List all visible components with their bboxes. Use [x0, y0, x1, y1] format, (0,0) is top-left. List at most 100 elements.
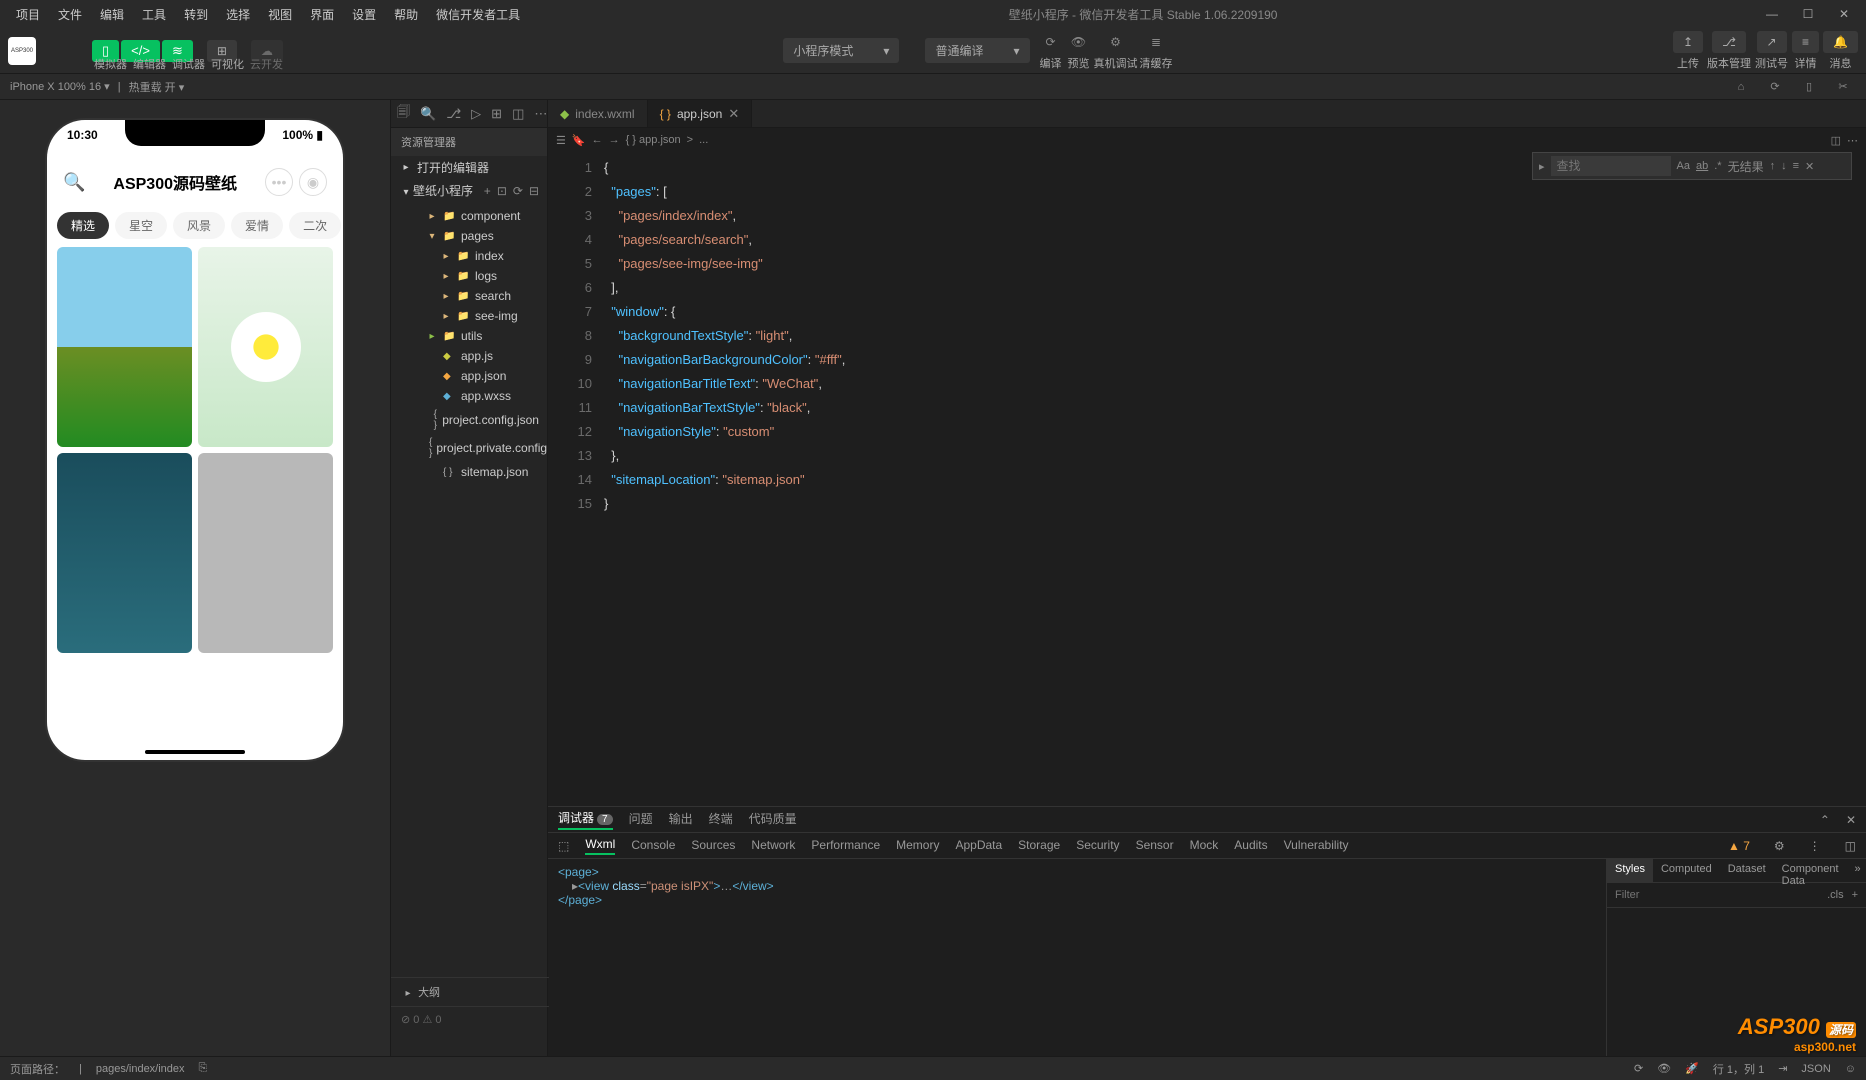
warning-count[interactable]: ▲ 7 [1728, 839, 1750, 853]
close-tab-icon[interactable]: ✕ [728, 106, 739, 122]
project-root[interactable]: ▾壁纸小程序 +⊡⟳⊟ [391, 179, 547, 202]
more-icon[interactable]: ⋯ [534, 106, 547, 122]
dt-subtab-Security[interactable]: Security [1076, 838, 1119, 854]
dt-icon[interactable]: ⋮ [1809, 839, 1821, 853]
problems-tab[interactable]: 问题 [629, 810, 653, 829]
upload-button[interactable]: ↥ [1673, 31, 1703, 53]
editor-tab[interactable]: { }app.json✕ [648, 100, 753, 127]
page-path[interactable]: pages/index/index [96, 1063, 185, 1075]
dt-subtab-Sensor[interactable]: Sensor [1136, 838, 1174, 854]
prev-icon[interactable]: ↑ [1770, 160, 1776, 172]
eye-icon[interactable]: 👁 [1657, 1062, 1671, 1075]
search-icon[interactable]: 🔍 [420, 106, 436, 122]
tree-item-see-img[interactable]: ▸📁see-img [391, 306, 547, 326]
tree-item-project.config.json[interactable]: { }project.config.json [391, 406, 547, 434]
tree-item-pages[interactable]: ▾📁pages [391, 226, 547, 246]
tree-item-project.private.config.js...[interactable]: { }project.private.config.js... [391, 434, 547, 462]
real-device-button[interactable]: ⚙ [1103, 31, 1129, 53]
copy-icon[interactable]: ⎘ [199, 1062, 208, 1075]
phone-tab[interactable]: 精选 [57, 212, 109, 239]
clear-cache-button[interactable]: ≣ [1143, 31, 1169, 53]
menu-编辑[interactable]: 编辑 [92, 2, 132, 27]
expand-icon[interactable]: ⌃ [1820, 813, 1830, 827]
language-mode[interactable]: JSON [1801, 1063, 1830, 1075]
terminal-tab[interactable]: 终端 [709, 810, 733, 829]
wallpaper-thumb[interactable] [57, 453, 192, 653]
mode-dropdown[interactable]: 小程序模式▾ [783, 38, 899, 63]
selection-icon[interactable]: ≡ [1793, 160, 1799, 172]
word-icon[interactable]: ab [1696, 160, 1708, 172]
dt-icon[interactable]: ◫ [1845, 839, 1856, 853]
dt-subtab-Performance[interactable]: Performance [811, 838, 880, 854]
menu-文件[interactable]: 文件 [50, 2, 90, 27]
preview-button[interactable]: 👁 [1066, 31, 1092, 53]
indent-info[interactable]: ⇥ [1778, 1062, 1787, 1075]
compile-button[interactable]: ⟳ [1038, 31, 1064, 53]
dt-subtab-Mock[interactable]: Mock [1190, 838, 1219, 854]
details-button[interactable]: ≡ [1792, 31, 1819, 53]
tree-item-sitemap.json[interactable]: { }sitemap.json [391, 462, 547, 482]
tree-item-index[interactable]: ▸📁index [391, 246, 547, 266]
maximize-button[interactable]: ☐ [1794, 4, 1822, 24]
device-selector[interactable]: iPhone X 100% 16 ▾ [10, 80, 110, 93]
menu-项目[interactable]: 项目 [8, 2, 48, 27]
editor-tab[interactable]: ◆index.wxml [548, 100, 648, 127]
phone-tab[interactable]: 星空 [115, 212, 167, 239]
phone-tab[interactable]: 爱情 [231, 212, 283, 239]
split-icon[interactable]: ◫ [1831, 134, 1841, 147]
case-icon[interactable]: Aa [1677, 160, 1690, 172]
expand-icon[interactable]: ▸ [1539, 160, 1545, 173]
new-folder-icon[interactable]: ⊡ [497, 184, 507, 198]
refresh-icon[interactable]: ⟳ [513, 184, 523, 198]
menu-界面[interactable]: 界面 [302, 2, 342, 27]
menu-工具[interactable]: 工具 [134, 2, 174, 27]
styles-tab-Styles[interactable]: Styles [1607, 859, 1653, 882]
wallpaper-thumb[interactable] [57, 247, 192, 447]
dt-subtab-Audits[interactable]: Audits [1234, 838, 1267, 854]
bookmark-icon[interactable]: 🔖 [572, 134, 586, 147]
dt-subtab-AppData[interactable]: AppData [955, 838, 1002, 854]
breadcrumb-file[interactable]: { } app.json [626, 134, 681, 146]
sync-icon[interactable]: ⟳ [1634, 1062, 1643, 1075]
rocket-icon[interactable]: 🚀 [1685, 1062, 1699, 1075]
menu-帮助[interactable]: 帮助 [386, 2, 426, 27]
more-icon[interactable]: ⋯ [1847, 134, 1858, 147]
cut-icon[interactable]: ✂ [1830, 76, 1856, 98]
breadcrumb-path[interactable]: ... [699, 134, 708, 146]
feedback-icon[interactable]: ☺ [1845, 1063, 1856, 1075]
menu-转到[interactable]: 转到 [176, 2, 216, 27]
regex-icon[interactable]: .* [1714, 160, 1721, 172]
version-button[interactable]: ⎇ [1712, 31, 1746, 53]
debug-icon[interactable]: ▷ [471, 106, 481, 122]
wallpaper-thumb[interactable] [198, 247, 333, 447]
wallpaper-thumb[interactable] [198, 453, 333, 653]
menu-微信开发者工具[interactable]: 微信开发者工具 [428, 2, 528, 27]
styles-tab-Component Data[interactable]: Component Data [1774, 859, 1847, 882]
tree-item-component[interactable]: ▸📁component [391, 206, 547, 226]
search-icon[interactable]: 🔍 [63, 172, 85, 193]
tree-item-app.json[interactable]: ◆app.json [391, 366, 547, 386]
dt-subtab-Network[interactable]: Network [751, 838, 795, 854]
dt-icon[interactable]: ⚙ [1774, 839, 1785, 853]
find-input[interactable] [1551, 156, 1671, 176]
files-icon[interactable]: 🗐 [397, 103, 410, 125]
next-icon[interactable]: ↓ [1781, 160, 1787, 172]
hot-reload-toggle[interactable]: 热重载 开 ▾ [129, 79, 185, 95]
phone-tab[interactable]: 二次 [289, 212, 341, 239]
compile-dropdown[interactable]: 普通编译▾ [925, 38, 1029, 63]
add-style-icon[interactable]: + [1848, 887, 1862, 903]
refresh-icon[interactable]: ⟳ [1762, 76, 1788, 98]
styles-tab-Dataset[interactable]: Dataset [1720, 859, 1774, 882]
message-button[interactable]: 🔔 [1823, 31, 1858, 53]
close-button[interactable]: ✕ [1830, 4, 1858, 24]
code-editor[interactable]: ▸ Aa ab .* 无结果 ↑ ↓ ≡ ✕ 12345678910111213… [548, 152, 1866, 806]
forward-icon[interactable]: → [609, 134, 620, 146]
branch-icon[interactable]: ⎇ [446, 106, 461, 122]
menu-设置[interactable]: 设置 [344, 2, 384, 27]
test-button[interactable]: ↗ [1757, 31, 1787, 53]
tree-item-logs[interactable]: ▸📁logs [391, 266, 547, 286]
menu-选择[interactable]: 选择 [218, 2, 258, 27]
more-tabs-icon[interactable]: » [1847, 859, 1866, 882]
dt-subtab-Storage[interactable]: Storage [1018, 838, 1060, 854]
tree-item-search[interactable]: ▸📁search [391, 286, 547, 306]
